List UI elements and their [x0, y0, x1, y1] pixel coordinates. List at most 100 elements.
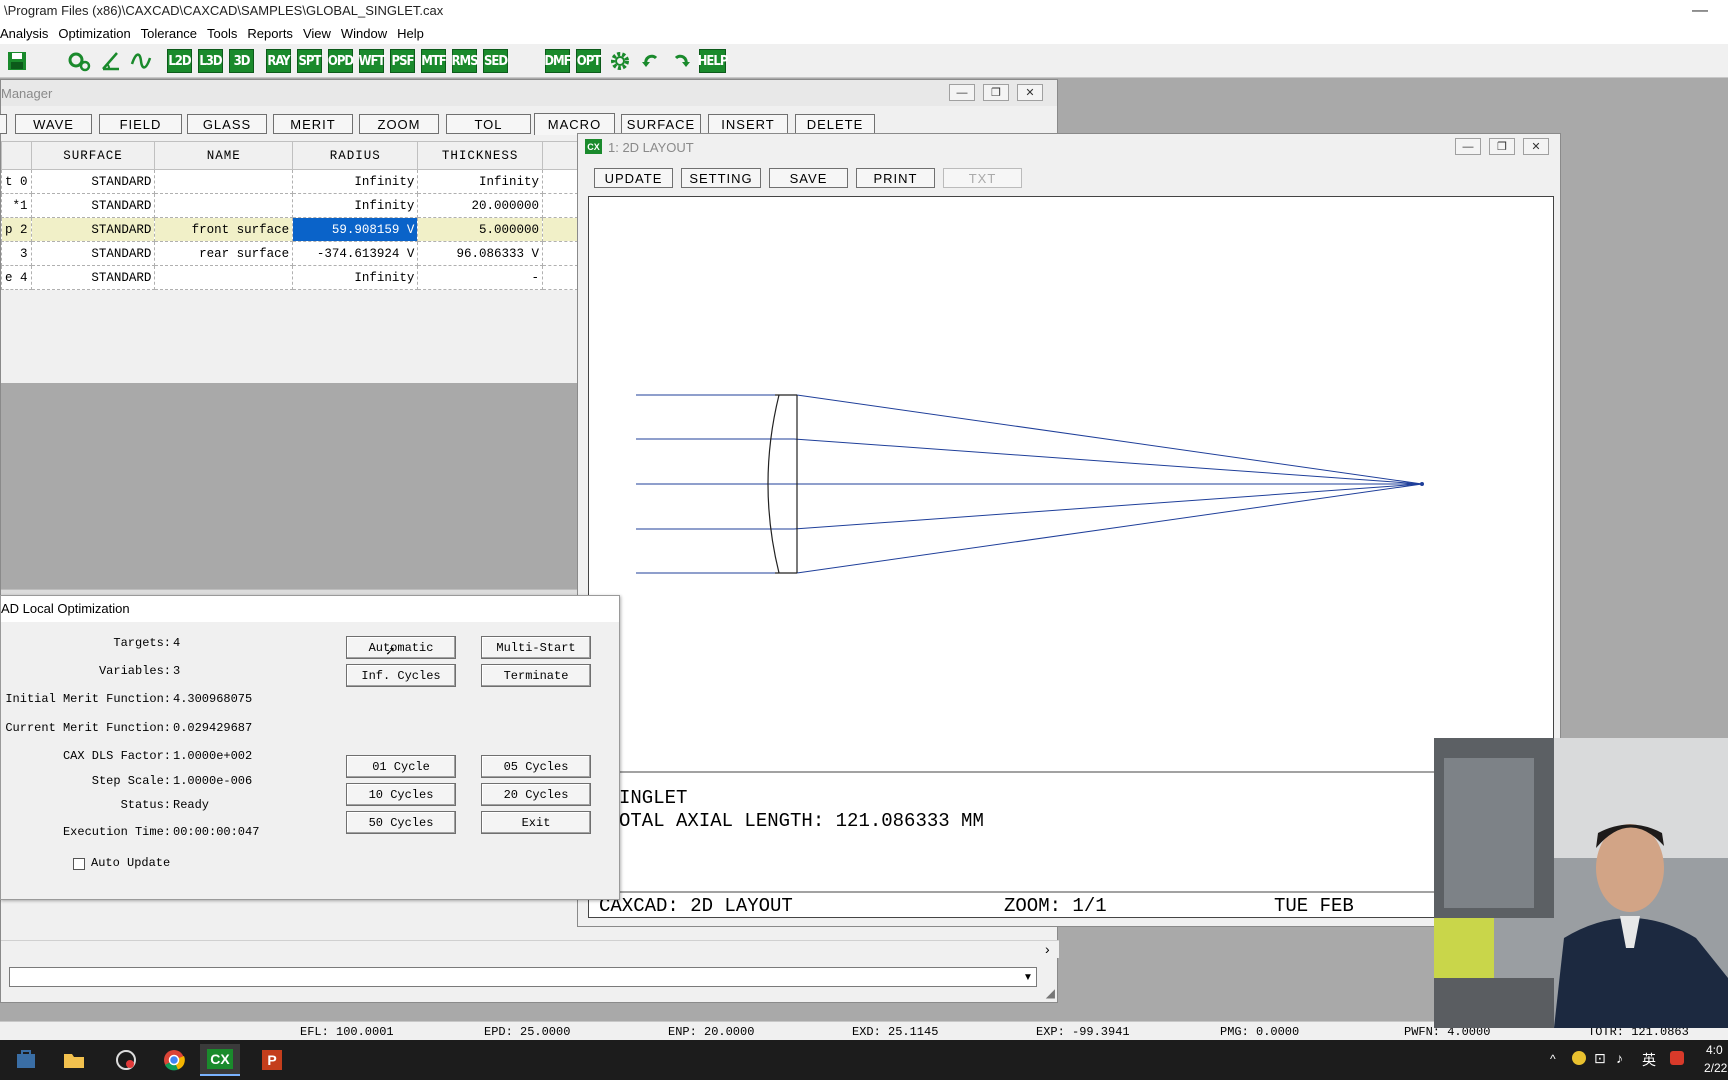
undo-arrow-icon[interactable] [638, 49, 664, 73]
minimize-icon[interactable]: — [1692, 2, 1708, 20]
row-id[interactable]: e 4 [1, 265, 32, 290]
automatic-button[interactable]: Automatic [346, 636, 456, 659]
radius-cell[interactable]: Infinity [292, 265, 419, 290]
thickness-cell[interactable]: Infinity [417, 169, 544, 194]
menu-analysis[interactable]: Analysis [0, 24, 58, 44]
psf-button[interactable]: PSF [390, 49, 415, 73]
table-row-selected[interactable]: p 2 STANDARD front surface 59.908159 V 5… [1, 217, 578, 242]
radius-cell[interactable]: Infinity [292, 169, 419, 194]
thickness-cell[interactable]: 96.086333 V [417, 241, 544, 266]
terminate-button[interactable]: Terminate [481, 664, 591, 687]
thickness-cell[interactable]: 5.000000 [417, 217, 544, 242]
wft-button[interactable]: WFT [359, 49, 385, 73]
tab-hidden[interactable] [0, 114, 7, 134]
rms-button[interactable]: RMS [451, 49, 479, 73]
tab-wave[interactable]: WAVE [15, 114, 92, 134]
mtf-button[interactable]: MTF [421, 49, 447, 73]
thickness-cell[interactable]: 20.000000 [417, 193, 544, 218]
surface-name-cell[interactable]: rear surface [154, 241, 294, 266]
layout-canvas[interactable]: INGLET OTAL AXIAL LENGTH: 121.086333 MM … [588, 196, 1555, 918]
ray-button[interactable]: RAY [266, 49, 291, 73]
horizontal-scrollbar[interactable]: › [1, 940, 1059, 958]
table-row[interactable]: 3 STANDARD rear surface -374.613924 V 96… [1, 241, 578, 266]
extra-cell[interactable] [542, 241, 578, 266]
setting-button[interactable]: SETTING [681, 168, 761, 188]
sogou-icon[interactable] [1670, 1051, 1684, 1065]
help-button[interactable]: HELP [698, 49, 728, 73]
wave-icon[interactable] [128, 49, 154, 73]
table-row[interactable]: t 0 STANDARD Infinity Infinity [1, 169, 578, 194]
tab-zoom[interactable]: ZOOM [359, 114, 439, 134]
radius-cell-selected[interactable]: 59.908159 V [292, 217, 419, 242]
dmf-button[interactable]: DMF [544, 49, 572, 73]
tray-chevron-up-icon[interactable]: ^ [1550, 1052, 1556, 1066]
surface-type-cell[interactable]: STANDARD [30, 193, 156, 218]
tab-delete[interactable]: DELETE [795, 114, 875, 134]
powerpoint-icon[interactable]: P [252, 1044, 292, 1076]
app-icon[interactable] [106, 1044, 146, 1076]
file-explorer-icon[interactable] [54, 1044, 94, 1076]
opt-button[interactable]: OPT [576, 49, 601, 73]
radius-cell[interactable]: Infinity [292, 193, 419, 218]
exit-button[interactable]: Exit [481, 811, 591, 834]
tab-field[interactable]: FIELD [99, 114, 182, 134]
restore-icon[interactable]: ❐ [983, 84, 1009, 101]
txt-button[interactable]: TXT [943, 168, 1022, 188]
l2d-button[interactable]: L2D [167, 49, 192, 73]
save-icon[interactable] [4, 49, 30, 73]
cycles-05-button[interactable]: 05 Cycles [481, 755, 591, 778]
input-language[interactable]: 英 [1642, 1050, 1656, 1070]
sed-button[interactable]: SED [483, 49, 508, 73]
network-icon[interactable]: ⊡ [1594, 1050, 1606, 1067]
close-icon[interactable]: ✕ [1523, 138, 1549, 155]
tab-macro[interactable]: MACRO [534, 113, 615, 135]
volume-icon[interactable]: ♪ [1616, 1050, 1623, 1066]
gears-icon[interactable] [66, 49, 92, 73]
settings-gear-icon[interactable] [607, 49, 633, 73]
thickness-cell[interactable]: - [417, 265, 544, 290]
table-row[interactable]: e 4 STANDARD Infinity - [1, 265, 578, 290]
3d-button[interactable]: 3D [229, 49, 254, 73]
spt-button[interactable]: SPT [297, 49, 322, 73]
angle-icon[interactable] [98, 49, 124, 73]
surface-name-cell[interactable] [154, 193, 294, 218]
surface-type-cell[interactable]: STANDARD [30, 169, 156, 194]
tab-surface[interactable]: SURFACE [621, 114, 701, 134]
menu-window[interactable]: Window [341, 24, 397, 44]
tab-tol[interactable]: TOL [446, 114, 531, 134]
menu-optimization[interactable]: Optimization [58, 24, 140, 44]
tab-insert[interactable]: INSERT [708, 114, 788, 134]
opd-button[interactable]: OPD [328, 49, 354, 73]
scroll-right-icon[interactable]: › [1045, 941, 1050, 957]
menu-tools[interactable]: Tools [207, 24, 247, 44]
extra-cell[interactable] [542, 193, 578, 218]
chrome-icon[interactable] [154, 1044, 194, 1076]
cycles-50-button[interactable]: 50 Cycles [346, 811, 456, 834]
update-button[interactable]: UPDATE [594, 168, 673, 188]
extra-cell[interactable] [542, 217, 578, 242]
surface-name-cell[interactable] [154, 169, 294, 194]
surface-type-cell[interactable]: STANDARD [30, 217, 156, 242]
table-row[interactable]: *1 STANDARD Infinity 20.000000 [1, 193, 578, 218]
save-button[interactable]: SAVE [769, 168, 848, 188]
surface-type-cell[interactable]: STANDARD [30, 265, 156, 290]
caxcad-icon[interactable]: CX [200, 1044, 240, 1076]
cycle-01-button[interactable]: 01 Cycle [346, 755, 456, 778]
row-id[interactable]: t 0 [1, 169, 32, 194]
menu-tolerance[interactable]: Tolerance [141, 24, 207, 44]
surface-name-cell[interactable]: front surface [154, 217, 294, 242]
cycles-10-button[interactable]: 10 Cycles [346, 783, 456, 806]
tray-app-icon[interactable] [1572, 1051, 1586, 1065]
multi-start-button[interactable]: Multi-Start [481, 636, 591, 659]
row-id[interactable]: *1 [1, 193, 32, 218]
row-id[interactable]: p 2 [1, 217, 32, 242]
auto-update-checkbox[interactable] [73, 858, 85, 870]
resize-grip-icon[interactable]: ◢ [1046, 986, 1055, 1000]
extra-cell[interactable] [542, 169, 578, 194]
tab-glass[interactable]: GLASS [187, 114, 267, 134]
row-id[interactable]: 3 [1, 241, 32, 266]
tab-merit[interactable]: MERIT [273, 114, 353, 134]
radius-cell[interactable]: -374.613924 V [292, 241, 419, 266]
chevron-down-icon[interactable]: ▼ [1020, 968, 1036, 986]
minimize-icon[interactable]: — [949, 84, 975, 101]
